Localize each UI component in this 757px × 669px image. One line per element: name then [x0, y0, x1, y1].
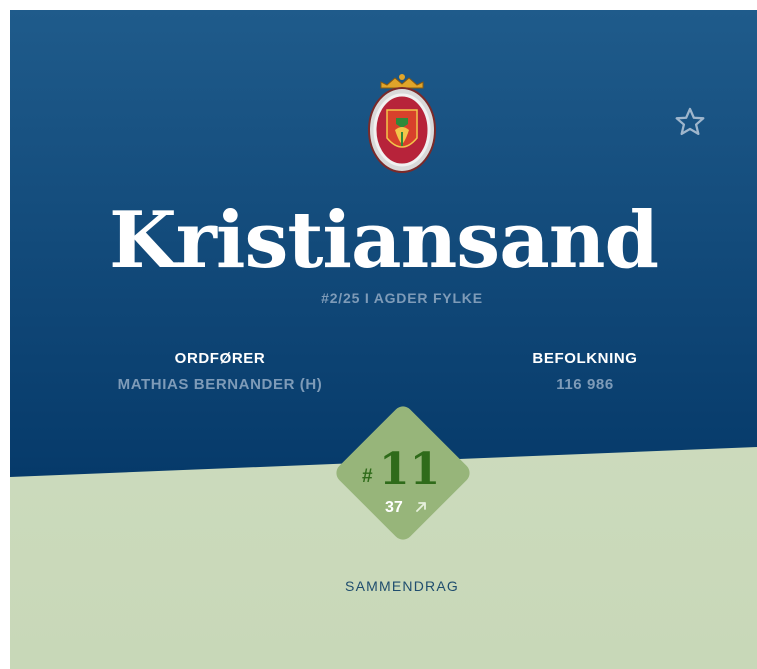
- county-rank: #2/25 I AGDER FYLKE: [321, 290, 483, 306]
- mayor-label: ORDFØRER: [174, 350, 266, 367]
- rank-count: 37: [385, 499, 403, 516]
- population-value: 116 986: [556, 376, 614, 393]
- arrow-up-right-icon: [416, 502, 426, 512]
- mayor-value: MATHIAS BERNANDER (H): [117, 376, 323, 393]
- municipality-name: Kristiansand: [108, 195, 659, 286]
- rank-number: 11: [379, 444, 441, 495]
- summary-link[interactable]: SAMMENDRAG: [10, 578, 757, 594]
- population-label: BEFOLKNING: [532, 350, 638, 367]
- star-outline-icon[interactable]: [673, 105, 707, 139]
- coat-of-arms-icon: [368, 74, 436, 173]
- municipality-card: Kristiansand #2/25 I AGDER FYLKE ORDFØRE…: [10, 10, 757, 669]
- rank-hash: #: [362, 466, 373, 487]
